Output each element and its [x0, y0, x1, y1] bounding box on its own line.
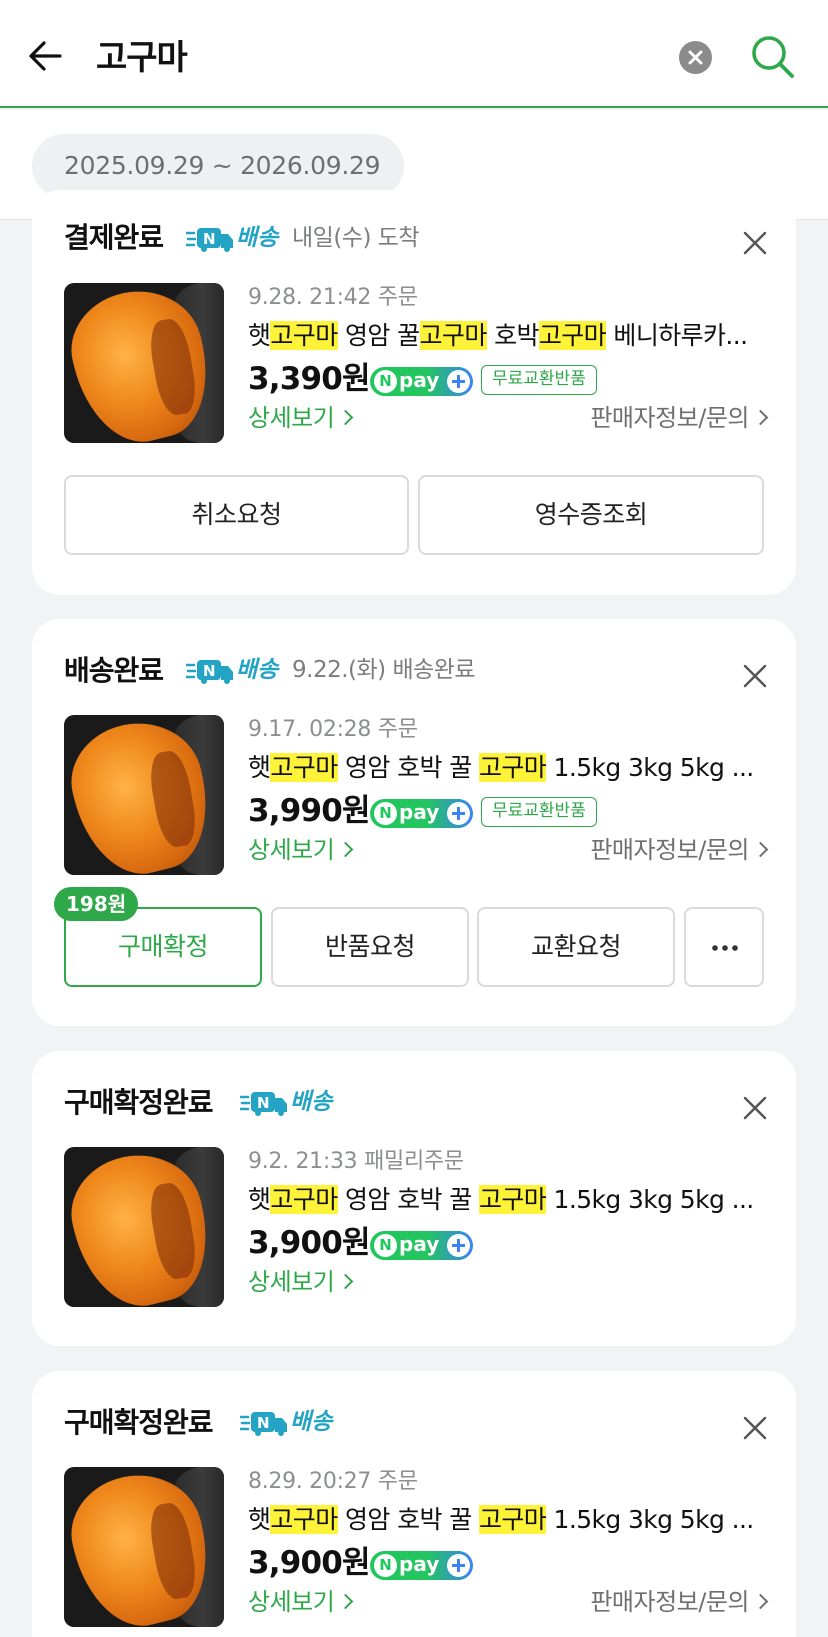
npay-plus-badge: Npay: [370, 1551, 473, 1580]
product-thumbnail[interactable]: [64, 283, 224, 443]
n-delivery-tag: N 배송 내일(수) 도착: [186, 220, 586, 256]
detail-link[interactable]: 상세보기: [248, 1584, 354, 1620]
free-return-badge: 무료교환반품: [481, 797, 597, 827]
product-thumbnail[interactable]: [64, 1467, 224, 1627]
close-icon[interactable]: [742, 230, 768, 256]
price: 3,900원: [248, 1225, 371, 1261]
order-date: 9.17. 02:28 주문: [248, 717, 418, 742]
order-card: 결제완료 N 배송 내일(수) 도착 9.28. 21:42 주문 햇고구마 영…: [32, 190, 796, 595]
search-icon[interactable]: [750, 34, 796, 80]
chevron-right-icon: [338, 1273, 354, 1290]
close-icon[interactable]: [742, 1095, 768, 1121]
order-date: 8.29. 20:27 주문: [248, 1469, 418, 1494]
product-title[interactable]: 햇고구마 영암 호박 꿀 고구마 1.5kg 3kg 5kg ...: [248, 750, 768, 786]
search-header: 고구마: [0, 0, 828, 108]
reward-bubble: 198원: [54, 887, 139, 921]
chevron-right-icon: [338, 841, 354, 858]
return-request-button[interactable]: 반품요청: [271, 907, 469, 987]
npay-plus-badge: Npay: [370, 1231, 473, 1260]
product-thumbnail[interactable]: [64, 715, 224, 875]
chevron-right-icon: [752, 1593, 769, 1610]
n-delivery-tag: N 배송: [240, 1084, 440, 1120]
n-delivery-label: 배송: [290, 1409, 333, 1435]
price: 3,390원: [248, 361, 371, 397]
more-button[interactable]: [684, 907, 764, 987]
svg-text:N: N: [203, 230, 216, 248]
order-card: 배송완료 N 배송 9.22.(화) 배송완료 9.17. 02:28 주문 햇…: [32, 619, 796, 1026]
svg-text:N: N: [257, 1414, 270, 1432]
plus-icon: [447, 1554, 470, 1577]
delivery-truck-icon: N: [240, 1092, 287, 1116]
order-card: 구매확정완료 N 배송 9.2. 21:33 패밀리주문 햇고구마 영암 호박 …: [32, 1051, 796, 1346]
free-return-badge: 무료교환반품: [481, 365, 597, 395]
chevron-right-icon: [338, 1593, 354, 1610]
clear-icon[interactable]: [679, 41, 712, 74]
delivery-info: 내일(수) 도착: [292, 225, 420, 251]
delivery-info: 9.22.(화) 배송완료: [292, 657, 476, 683]
product-title[interactable]: 햇고구마 영암 호박 꿀 고구마 1.5kg 3kg 5kg ...: [248, 1502, 768, 1538]
price: 3,990원: [248, 793, 371, 829]
date-range-chip[interactable]: 2025.09.29 ~ 2026.09.29: [32, 134, 405, 198]
n-delivery-tag: N 배송: [240, 1404, 440, 1440]
order-status: 결제완료: [64, 221, 164, 254]
close-icon[interactable]: [742, 663, 768, 689]
seller-info-link[interactable]: 판매자정보/문의: [590, 1584, 769, 1620]
search-query[interactable]: 고구마: [96, 30, 188, 86]
more-icon: [712, 945, 738, 951]
detail-link[interactable]: 상세보기: [248, 832, 354, 868]
detail-link[interactable]: 상세보기: [248, 400, 354, 436]
n-delivery-tag: N 배송 9.22.(화) 배송완료: [186, 652, 586, 688]
exchange-request-button[interactable]: 교환요청: [477, 907, 675, 987]
seller-info-link[interactable]: 판매자정보/문의: [590, 400, 769, 436]
order-status: 구매확정완료: [64, 1086, 214, 1119]
plus-icon: [447, 370, 470, 393]
plus-icon: [447, 802, 470, 825]
product-title[interactable]: 햇고구마 영암 꿀고구마 호박고구마 베니하루카...: [248, 318, 768, 354]
price: 3,900원: [248, 1545, 371, 1581]
back-arrow-icon[interactable]: [26, 36, 66, 76]
n-delivery-label: 배송: [236, 225, 279, 251]
seller-info-link[interactable]: 판매자정보/문의: [590, 832, 769, 868]
svg-text:N: N: [203, 662, 216, 680]
plus-icon: [447, 1234, 470, 1257]
svg-text:N: N: [257, 1094, 270, 1112]
chevron-right-icon: [752, 409, 769, 426]
order-date: 9.2. 21:33 패밀리주문: [248, 1149, 464, 1174]
receipt-button[interactable]: 영수증조회: [418, 475, 764, 555]
order-status: 구매확정완료: [64, 1406, 214, 1439]
detail-link[interactable]: 상세보기: [248, 1264, 354, 1300]
product-title[interactable]: 햇고구마 영암 호박 꿀 고구마 1.5kg 3kg 5kg ...: [248, 1182, 768, 1218]
npay-plus-badge: Npay: [370, 367, 473, 396]
close-icon[interactable]: [742, 1415, 768, 1441]
cancel-request-button[interactable]: 취소요청: [64, 475, 409, 555]
delivery-truck-icon: N: [186, 660, 233, 684]
order-card: 구매확정완료 N 배송 8.29. 20:27 주문 햇고구마 영암 호박 꿀 …: [32, 1371, 796, 1637]
delivery-truck-icon: N: [240, 1412, 287, 1436]
order-date: 9.28. 21:42 주문: [248, 285, 418, 310]
chevron-right-icon: [752, 841, 769, 858]
chevron-right-icon: [338, 409, 354, 426]
product-thumbnail[interactable]: [64, 1147, 224, 1307]
order-status: 배송완료: [64, 654, 164, 687]
n-delivery-label: 배송: [236, 657, 279, 683]
n-delivery-label: 배송: [290, 1089, 333, 1115]
delivery-truck-icon: N: [186, 228, 233, 252]
npay-plus-badge: Npay: [370, 799, 473, 828]
